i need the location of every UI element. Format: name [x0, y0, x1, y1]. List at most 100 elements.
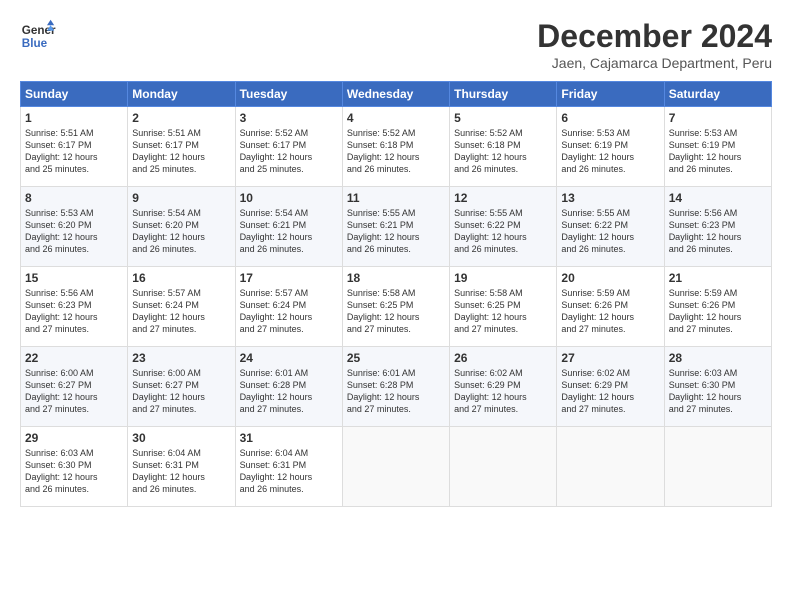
- table-row: 15 Sunrise: 5:56 AM Sunset: 6:23 PM Dayli…: [21, 267, 128, 347]
- day-info: Sunrise: 6:02 AM Sunset: 6:29 PM Dayligh…: [454, 367, 552, 416]
- day-info: Sunrise: 5:54 AM Sunset: 6:20 PM Dayligh…: [132, 207, 230, 256]
- day-info: Sunrise: 5:55 AM Sunset: 6:22 PM Dayligh…: [561, 207, 659, 256]
- page-header: General Blue December 2024 Jaen, Cajamar…: [20, 18, 772, 71]
- table-row: [557, 427, 664, 507]
- table-row: 27Sunrise: 6:02 AM Sunset: 6:29 PM Dayli…: [557, 347, 664, 427]
- table-row: 25 Sunrise: 6:01 AM Sunset: 6:28 PM Dayli…: [342, 347, 449, 427]
- table-row: 17Sunrise: 5:57 AM Sunset: 6:24 PM Dayli…: [235, 267, 342, 347]
- day-info: Sunrise: 5:52 AM Sunset: 6:18 PM Dayligh…: [347, 127, 445, 176]
- day-info: Sunrise: 5:58 AM Sunset: 6:25 PM Dayligh…: [347, 287, 445, 336]
- calendar-week-4: 22Sunrise: 6:00 AM Sunset: 6:27 PM Dayli…: [21, 347, 772, 427]
- day-number: 31: [240, 431, 338, 445]
- calendar-body: 1 Sunrise: 5:51 AM Sunset: 6:17 PM Daylig…: [21, 107, 772, 507]
- day-info: Sunrise: 6:00 AM Sunset: 6:27 PM Dayligh…: [132, 367, 230, 416]
- day-number: 13: [561, 191, 659, 205]
- table-row: 31Sunrise: 6:04 AM Sunset: 6:31 PM Dayli…: [235, 427, 342, 507]
- table-row: 24Sunrise: 6:01 AM Sunset: 6:28 PM Dayli…: [235, 347, 342, 427]
- day-info: Sunrise: 5:56 AM Sunset: 6:23 PM Dayligh…: [669, 207, 767, 256]
- day-number: 5: [454, 111, 552, 125]
- table-row: [664, 427, 771, 507]
- day-info: Sunrise: 5:52 AM Sunset: 6:18 PM Dayligh…: [454, 127, 552, 176]
- day-number: 21: [669, 271, 767, 285]
- table-row: 5 Sunrise: 5:52 AM Sunset: 6:18 PM Daylig…: [450, 107, 557, 187]
- table-row: 28 Sunrise: 6:03 AM Sunset: 6:30 PM Dayli…: [664, 347, 771, 427]
- day-number: 30: [132, 431, 230, 445]
- table-row: 12 Sunrise: 5:55 AM Sunset: 6:22 PM Dayli…: [450, 187, 557, 267]
- table-row: 11Sunrise: 5:55 AM Sunset: 6:21 PM Dayli…: [342, 187, 449, 267]
- day-number: 4: [347, 111, 445, 125]
- month-title: December 2024: [537, 18, 772, 55]
- table-row: 13 Sunrise: 5:55 AM Sunset: 6:22 PM Dayli…: [557, 187, 664, 267]
- table-row: 9Sunrise: 5:54 AM Sunset: 6:20 PM Daylig…: [128, 187, 235, 267]
- table-row: 21 Sunrise: 5:59 AM Sunset: 6:26 PM Dayli…: [664, 267, 771, 347]
- day-number: 10: [240, 191, 338, 205]
- day-info: Sunrise: 6:01 AM Sunset: 6:28 PM Dayligh…: [347, 367, 445, 416]
- day-number: 28: [669, 351, 767, 365]
- col-tuesday: Tuesday: [235, 82, 342, 107]
- table-row: 20Sunrise: 5:59 AM Sunset: 6:26 PM Dayli…: [557, 267, 664, 347]
- day-info: Sunrise: 5:54 AM Sunset: 6:21 PM Dayligh…: [240, 207, 338, 256]
- calendar-week-5: 29 Sunrise: 6:03 AM Sunset: 6:30 PM Dayli…: [21, 427, 772, 507]
- day-number: 12: [454, 191, 552, 205]
- day-info: Sunrise: 5:51 AM Sunset: 6:17 PM Dayligh…: [132, 127, 230, 176]
- table-row: [342, 427, 449, 507]
- day-number: 16: [132, 271, 230, 285]
- day-info: Sunrise: 5:53 AM Sunset: 6:20 PM Dayligh…: [25, 207, 123, 256]
- col-monday: Monday: [128, 82, 235, 107]
- col-friday: Friday: [557, 82, 664, 107]
- day-number: 6: [561, 111, 659, 125]
- day-info: Sunrise: 5:58 AM Sunset: 6:25 PM Dayligh…: [454, 287, 552, 336]
- day-number: 14: [669, 191, 767, 205]
- day-info: Sunrise: 5:52 AM Sunset: 6:17 PM Dayligh…: [240, 127, 338, 176]
- table-row: 8 Sunrise: 5:53 AM Sunset: 6:20 PM Daylig…: [21, 187, 128, 267]
- table-row: 1 Sunrise: 5:51 AM Sunset: 6:17 PM Daylig…: [21, 107, 128, 187]
- day-number: 20: [561, 271, 659, 285]
- calendar-table: Sunday Monday Tuesday Wednesday Thursday…: [20, 81, 772, 507]
- day-number: 29: [25, 431, 123, 445]
- table-row: 18Sunrise: 5:58 AM Sunset: 6:25 PM Dayli…: [342, 267, 449, 347]
- table-row: [450, 427, 557, 507]
- day-number: 8: [25, 191, 123, 205]
- day-info: Sunrise: 5:56 AM Sunset: 6:23 PM Dayligh…: [25, 287, 123, 336]
- table-row: 2Sunrise: 5:51 AM Sunset: 6:17 PM Daylig…: [128, 107, 235, 187]
- day-info: Sunrise: 6:03 AM Sunset: 6:30 PM Dayligh…: [669, 367, 767, 416]
- title-block: December 2024 Jaen, Cajamarca Department…: [537, 18, 772, 71]
- table-row: 6Sunrise: 5:53 AM Sunset: 6:19 PM Daylig…: [557, 107, 664, 187]
- day-number: 23: [132, 351, 230, 365]
- day-info: Sunrise: 5:59 AM Sunset: 6:26 PM Dayligh…: [669, 287, 767, 336]
- calendar-week-2: 8 Sunrise: 5:53 AM Sunset: 6:20 PM Daylig…: [21, 187, 772, 267]
- col-thursday: Thursday: [450, 82, 557, 107]
- logo: General Blue: [20, 18, 56, 54]
- table-row: 19Sunrise: 5:58 AM Sunset: 6:25 PM Dayli…: [450, 267, 557, 347]
- svg-text:Blue: Blue: [22, 37, 48, 50]
- calendar-header-row: Sunday Monday Tuesday Wednesday Thursday…: [21, 82, 772, 107]
- day-number: 26: [454, 351, 552, 365]
- col-sunday: Sunday: [21, 82, 128, 107]
- day-info: Sunrise: 6:02 AM Sunset: 6:29 PM Dayligh…: [561, 367, 659, 416]
- logo-icon: General Blue: [20, 18, 56, 54]
- day-info: Sunrise: 6:00 AM Sunset: 6:27 PM Dayligh…: [25, 367, 123, 416]
- table-row: 10 Sunrise: 5:54 AM Sunset: 6:21 PM Dayli…: [235, 187, 342, 267]
- day-number: 15: [25, 271, 123, 285]
- day-number: 1: [25, 111, 123, 125]
- day-number: 25: [347, 351, 445, 365]
- col-wednesday: Wednesday: [342, 82, 449, 107]
- table-row: 7 Sunrise: 5:53 AM Sunset: 6:19 PM Daylig…: [664, 107, 771, 187]
- day-number: 24: [240, 351, 338, 365]
- day-info: Sunrise: 5:57 AM Sunset: 6:24 PM Dayligh…: [132, 287, 230, 336]
- day-info: Sunrise: 5:51 AM Sunset: 6:17 PM Dayligh…: [25, 127, 123, 176]
- day-number: 7: [669, 111, 767, 125]
- table-row: 3 Sunrise: 5:52 AM Sunset: 6:17 PM Daylig…: [235, 107, 342, 187]
- table-row: 23 Sunrise: 6:00 AM Sunset: 6:27 PM Dayli…: [128, 347, 235, 427]
- day-info: Sunrise: 5:55 AM Sunset: 6:21 PM Dayligh…: [347, 207, 445, 256]
- day-info: Sunrise: 5:55 AM Sunset: 6:22 PM Dayligh…: [454, 207, 552, 256]
- day-info: Sunrise: 6:04 AM Sunset: 6:31 PM Dayligh…: [132, 447, 230, 496]
- table-row: 16 Sunrise: 5:57 AM Sunset: 6:24 PM Dayli…: [128, 267, 235, 347]
- table-row: 29 Sunrise: 6:03 AM Sunset: 6:30 PM Dayli…: [21, 427, 128, 507]
- day-info: Sunrise: 5:53 AM Sunset: 6:19 PM Dayligh…: [669, 127, 767, 176]
- day-number: 3: [240, 111, 338, 125]
- day-info: Sunrise: 6:03 AM Sunset: 6:30 PM Dayligh…: [25, 447, 123, 496]
- table-row: 26 Sunrise: 6:02 AM Sunset: 6:29 PM Dayli…: [450, 347, 557, 427]
- table-row: 14 Sunrise: 5:56 AM Sunset: 6:23 PM Dayli…: [664, 187, 771, 267]
- calendar-week-1: 1 Sunrise: 5:51 AM Sunset: 6:17 PM Daylig…: [21, 107, 772, 187]
